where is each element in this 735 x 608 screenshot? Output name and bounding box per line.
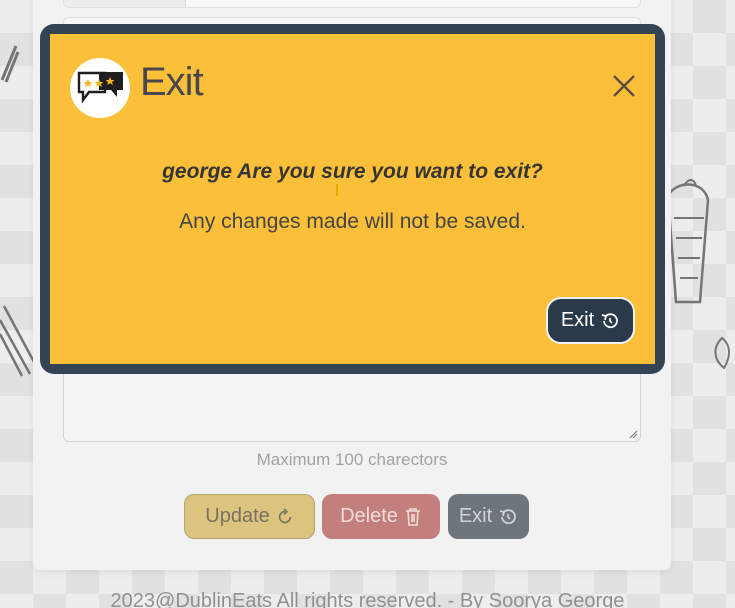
dialog-question: george Are you sure you want to exit? (162, 160, 543, 183)
exit-dialog: Exit george Are you sure you want to exi… (50, 34, 655, 364)
close-icon[interactable] (612, 74, 636, 98)
undo-icon (601, 312, 619, 328)
exit-dialog-frame: Exit george Are you sure you want to exi… (40, 24, 665, 374)
dialog-exit-button[interactable]: Exit (546, 297, 635, 344)
text-cursor (336, 184, 338, 196)
dialog-exit-label: Exit (560, 309, 595, 331)
dialog-message: Any changes made will not be saved. (179, 210, 526, 233)
review-chat-stars-icon (70, 58, 130, 118)
dialog-title: Exit (140, 60, 204, 104)
